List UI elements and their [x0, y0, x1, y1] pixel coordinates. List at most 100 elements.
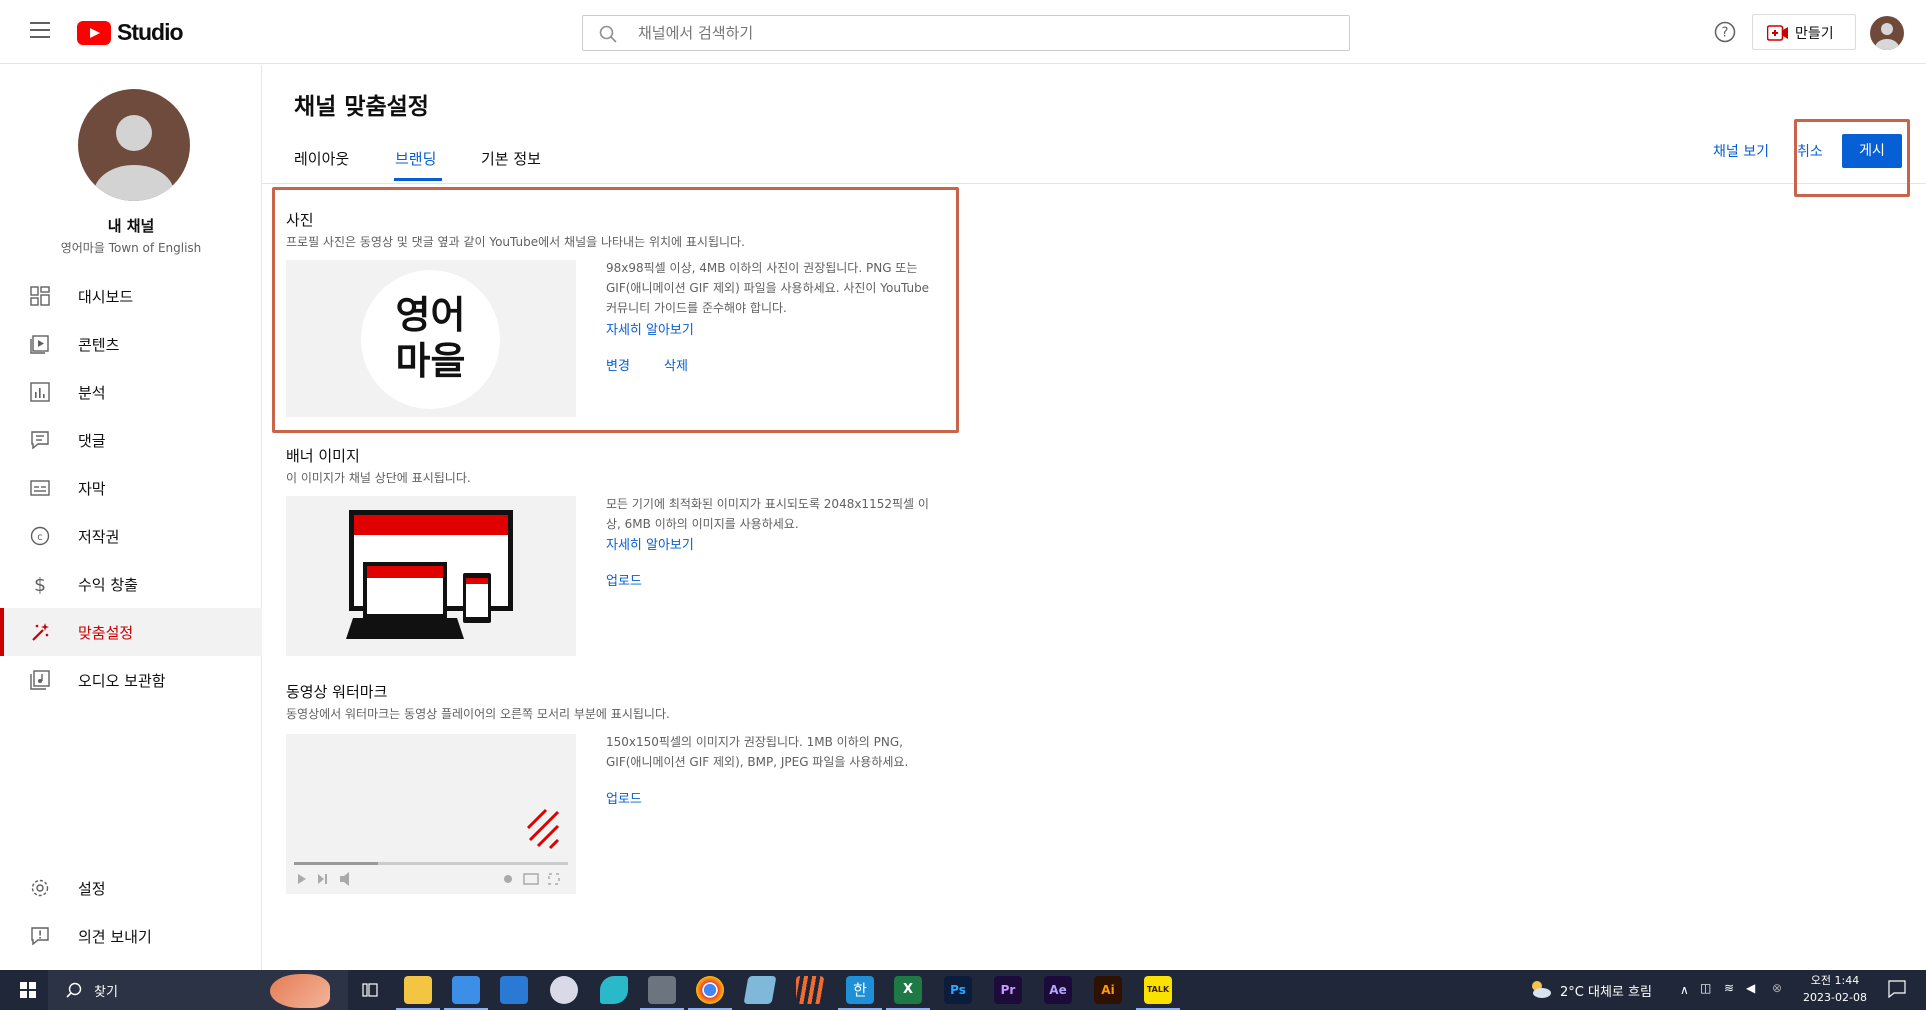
wifi-icon[interactable]: ≋	[1724, 981, 1734, 995]
sidebar-item-dashboard[interactable]: 대시보드	[0, 272, 262, 320]
taskbar-search-box[interactable]: 찾기	[48, 970, 348, 1010]
sidebar-title: 내 채널	[107, 217, 155, 235]
sidebar-item-label: 댓글	[78, 432, 106, 450]
page-title: 채널 맞춤설정	[294, 94, 429, 120]
sidebar-item-customization[interactable]: 맞춤설정	[0, 608, 262, 656]
change-photo-button[interactable]: 변경	[606, 355, 630, 374]
profile-photo-text-line2: 마을	[395, 339, 466, 383]
analytics-icon	[30, 382, 50, 402]
tabs-divider	[262, 183, 1926, 184]
channel-avatar[interactable]	[78, 89, 190, 201]
devices-illustration	[346, 510, 513, 639]
delete-photo-button[interactable]: 삭제	[664, 355, 688, 374]
banner-upload-button[interactable]: 업로드	[606, 570, 642, 589]
sidebar-item-content[interactable]: 콘텐츠	[0, 320, 262, 368]
sidebar-item-label: 콘텐츠	[78, 336, 120, 354]
menu-icon[interactable]	[30, 22, 50, 38]
top-app-bar: Studio ? 만들기	[0, 0, 1926, 64]
photoshop-icon[interactable]: Ps	[944, 976, 972, 1004]
tab-basic-info[interactable]: 기본 정보	[481, 148, 541, 169]
svg-text:$: $	[34, 574, 46, 594]
search-box[interactable]	[582, 15, 1350, 51]
watermark-section-title: 동영상 워터마크	[286, 683, 388, 701]
comments-icon	[30, 430, 50, 450]
copyright-icon: c	[30, 526, 50, 546]
photo-learn-more-link[interactable]: 자세히 알아보기	[606, 319, 694, 338]
volume-icon[interactable]: ◀	[1746, 981, 1755, 995]
notifications-icon[interactable]	[1888, 980, 1906, 998]
sidebar: 내 채널 영어마을 Town of English 대시보드 콘텐츠 분석 댓글…	[0, 65, 262, 970]
notepad-icon[interactable]	[743, 976, 777, 1004]
video-player-illustration	[294, 808, 568, 886]
watermark-upload-button[interactable]: 업로드	[606, 788, 642, 807]
search-icon	[599, 25, 617, 43]
search-input[interactable]	[638, 17, 1318, 49]
kakaotalk-icon[interactable]: TALK	[1136, 976, 1180, 1010]
watermark-guidelines: 150x150픽셀의 이미지가 권장됩니다. 1MB 이하의 PNG, GIF(…	[606, 735, 909, 769]
profile-photo-preview: 영어 마을	[286, 260, 576, 417]
svg-text:?: ?	[1722, 26, 1729, 41]
weather-cloud-icon	[1528, 978, 1552, 1000]
banner-guidelines: 모든 기기에 최적화된 이미지가 표시되도록 2048x1152픽셀 이상, 6…	[606, 497, 929, 531]
sidebar-item-monetization[interactable]: $ 수익 창출	[0, 560, 262, 608]
windows-start-icon[interactable]	[20, 982, 36, 998]
tab-branding[interactable]: 브랜딩	[395, 148, 436, 169]
banner-learn-more-link[interactable]: 자세히 알아보기	[606, 534, 694, 553]
create-label: 만들기	[1795, 26, 1834, 42]
sidebar-item-label: 분석	[78, 384, 106, 402]
tray-chevron-icon[interactable]: ∧	[1680, 983, 1689, 997]
sidebar-item-comments[interactable]: 댓글	[0, 416, 262, 464]
calculator-icon[interactable]	[640, 976, 684, 1010]
sidebar-item-label: 의견 보내기	[78, 928, 152, 946]
hangul-icon[interactable]: 한	[838, 976, 882, 1010]
after-effects-icon[interactable]: Ae	[1044, 976, 1072, 1004]
store-icon[interactable]	[444, 976, 488, 1010]
weather-text[interactable]: 2°C 대체로 흐림	[1560, 981, 1652, 1000]
youtube-studio-logo[interactable]: Studio	[77, 19, 187, 46]
sidebar-item-feedback[interactable]: 의견 보내기	[0, 912, 262, 960]
customization-icon	[30, 622, 50, 642]
sidebar-item-analytics[interactable]: 분석	[0, 368, 262, 416]
account-avatar[interactable]	[1870, 16, 1904, 50]
mail-icon[interactable]	[500, 976, 528, 1004]
task-view-icon[interactable]	[356, 976, 384, 1004]
sidebar-item-label: 오디오 보관함	[78, 672, 166, 690]
sidebar-item-label: 대시보드	[78, 288, 134, 306]
premiere-icon[interactable]: Pr	[994, 976, 1022, 1004]
sidebar-item-subtitles[interactable]: 자막	[0, 464, 262, 512]
taskbar-search-label: 찾기	[94, 985, 118, 1000]
photo-section-title: 사진	[286, 211, 314, 229]
clock[interactable]: 오전 1:44 2023-02-08	[1800, 972, 1870, 1006]
audio-library-icon	[30, 670, 50, 690]
close-circle-icon[interactable]: ⊗	[1772, 981, 1782, 995]
sidebar-item-copyright[interactable]: c 저작권	[0, 512, 262, 560]
monetization-icon: $	[30, 574, 50, 594]
tab-layout[interactable]: 레이아웃	[294, 148, 349, 169]
app-bird-icon[interactable]	[600, 976, 628, 1004]
view-channel-link[interactable]: 채널 보기	[1713, 141, 1769, 161]
file-explorer-icon[interactable]	[396, 976, 440, 1010]
search-icon	[66, 982, 82, 998]
clock-time: 오전 1:44	[1810, 974, 1860, 987]
stripes-app-icon[interactable]	[796, 976, 824, 1004]
sidebar-item-settings[interactable]: 설정	[0, 864, 262, 912]
sidebar-item-audio-library[interactable]: 오디오 보관함	[0, 656, 262, 704]
create-video-icon	[1767, 25, 1789, 41]
help-icon[interactable]: ?	[1714, 21, 1736, 43]
excel-icon[interactable]: X	[886, 976, 930, 1010]
svg-text:c: c	[37, 532, 43, 543]
sidebar-item-label: 맞춤설정	[78, 624, 134, 642]
sidebar-item-label: 자막	[78, 480, 106, 498]
sidebar-item-label: 저작권	[78, 528, 120, 546]
chrome-icon[interactable]	[688, 976, 732, 1010]
settings-icon	[30, 878, 50, 898]
create-button[interactable]: 만들기	[1752, 14, 1856, 50]
illustrator-icon[interactable]: Ai	[1094, 976, 1122, 1004]
profile-photo-text-line1: 영어	[395, 293, 466, 337]
watermark-preview	[286, 734, 576, 894]
paint-icon[interactable]	[550, 976, 578, 1004]
publish-highlight-box	[1794, 119, 1910, 197]
banner-preview	[286, 496, 576, 656]
tray-ime-icon[interactable]: ◫	[1700, 981, 1711, 995]
sidebar-item-label: 수익 창출	[78, 576, 138, 594]
